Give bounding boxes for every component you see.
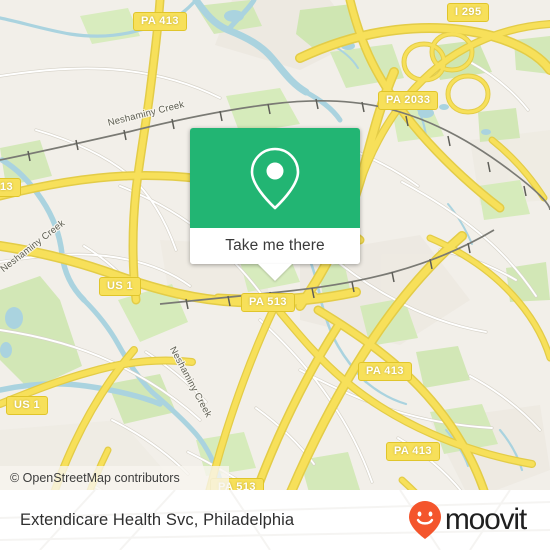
highway-shield-pa-513-mid[interactable]: PA 513 (241, 293, 295, 312)
location-callout-card[interactable]: Take me there (190, 128, 360, 281)
highway-shield-us-1-southwest[interactable]: US 1 (6, 396, 49, 415)
highway-shield-us-1-mid[interactable]: US 1 (99, 277, 142, 296)
moovit-wordmark: moovit (444, 503, 527, 536)
highway-shield-pa-413-west-clipped[interactable]: 13 (0, 178, 22, 197)
take-me-there-label: Take me there (225, 237, 325, 254)
osm-attribution[interactable]: © OpenStreetMap contributors (0, 466, 229, 490)
osm-attribution-text: © OpenStreetMap contributors (10, 471, 180, 485)
moovit-pin-smiley-icon (408, 501, 441, 539)
highway-shield-pa-413-east[interactable]: PA 413 (358, 362, 412, 381)
moovit-brand[interactable]: moovit (408, 500, 527, 540)
callout-pointer-arrow (258, 264, 292, 281)
highway-shield-i-295[interactable]: I 295 (447, 3, 490, 22)
highway-shield-pa-413-southeast[interactable]: PA 413 (386, 442, 440, 461)
map-pin-icon (250, 147, 300, 210)
map-screenshot-root: Neshaminy Creek Neshaminy Creek Neshamin… (0, 0, 550, 550)
footer-bar: Extendicare Health Svc, Philadelphia moo… (0, 490, 550, 550)
place-title: Extendicare Health Svc, Philadelphia (20, 510, 295, 529)
callout-action-panel[interactable]: Take me there (190, 228, 360, 264)
highway-shield-pa-413-north[interactable]: PA 413 (133, 12, 187, 31)
highway-shield-pa-2033[interactable]: PA 2033 (378, 91, 439, 110)
callout-pin-panel (190, 128, 360, 228)
